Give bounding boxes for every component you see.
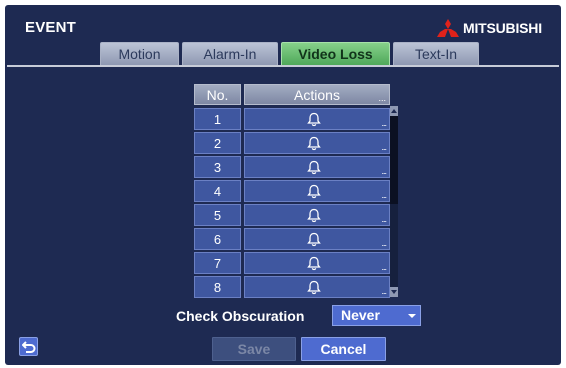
more-icon: ... [381, 142, 386, 152]
event-window: EVENT MITSUBISHI Motion Alarm-In Video L… [5, 5, 561, 365]
more-icon: ... [381, 190, 386, 200]
scroll-down-arrow-icon[interactable] [390, 287, 398, 297]
check-obscuration-value: Never [341, 307, 380, 323]
brand-logo: MITSUBISHI [437, 18, 561, 38]
chevron-down-icon [408, 314, 416, 318]
table-row: 4... [194, 180, 390, 202]
bell-icon [307, 208, 321, 223]
row-number: 7 [194, 252, 241, 274]
actions-header-label: Actions [294, 87, 340, 103]
table-row: 2... [194, 132, 390, 154]
tab-text-in[interactable]: Text-In [393, 42, 479, 65]
window-title: EVENT [25, 19, 77, 36]
more-icon: ... [381, 166, 386, 176]
brand-name: MITSUBISHI [463, 20, 542, 36]
mitsubishi-diamonds-icon [437, 19, 459, 37]
row-actions-cell[interactable]: ... [244, 108, 390, 130]
more-icon: ... [381, 238, 386, 248]
row-number: 4 [194, 180, 241, 202]
tab-video-loss[interactable]: Video Loss [281, 42, 390, 65]
bell-icon [307, 160, 321, 175]
row-number: 8 [194, 276, 241, 298]
column-header-no: No. [194, 84, 241, 105]
row-actions-cell[interactable]: ... [244, 156, 390, 178]
table-row: 1... [194, 108, 390, 130]
row-actions-cell[interactable]: ... [244, 252, 390, 274]
row-actions-cell[interactable]: ... [244, 204, 390, 226]
header-more-icon: ... [378, 93, 386, 103]
tab-motion[interactable]: Motion [100, 42, 179, 65]
tab-divider [7, 65, 559, 67]
row-number: 1 [194, 108, 241, 130]
row-number: 3 [194, 156, 241, 178]
bell-icon [307, 232, 321, 247]
row-actions-cell[interactable]: ... [244, 276, 390, 298]
row-number: 5 [194, 204, 241, 226]
table-row: 7... [194, 252, 390, 274]
row-actions-cell[interactable]: ... [244, 132, 390, 154]
more-icon: ... [381, 118, 386, 128]
tab-alarm-in[interactable]: Alarm-In [182, 42, 278, 65]
event-tabs: Motion Alarm-In Video Loss Text-In [100, 42, 479, 65]
bell-icon [307, 280, 321, 295]
return-arrow-icon [22, 341, 36, 353]
bell-icon [307, 256, 321, 271]
row-actions-cell[interactable]: ... [244, 180, 390, 202]
bell-icon [307, 136, 321, 151]
row-number: 6 [194, 228, 241, 250]
scroll-thumb[interactable] [390, 116, 398, 204]
bell-icon [307, 184, 321, 199]
cancel-button[interactable]: Cancel [301, 337, 386, 361]
row-number: 2 [194, 132, 241, 154]
more-icon: ... [381, 214, 386, 224]
video-loss-table: No. Actions ... 1... 2... 3... 4... 5... 6...… [194, 84, 398, 298]
more-icon: ... [381, 262, 386, 272]
table-row: 5... [194, 204, 390, 226]
table-scrollbar[interactable] [390, 106, 398, 297]
check-obscuration-select[interactable]: Never [332, 305, 421, 326]
more-icon: ... [381, 286, 386, 296]
bell-icon [307, 112, 321, 127]
table-row: 8... [194, 276, 390, 298]
row-actions-cell[interactable]: ... [244, 228, 390, 250]
scroll-up-arrow-icon[interactable] [390, 106, 398, 116]
save-button[interactable]: Save [212, 337, 296, 361]
column-header-actions[interactable]: Actions ... [244, 84, 390, 105]
table-row: 6... [194, 228, 390, 250]
check-obscuration-label: Check Obscuration [176, 308, 305, 324]
back-button[interactable] [19, 337, 38, 356]
table-row: 3... [194, 156, 390, 178]
